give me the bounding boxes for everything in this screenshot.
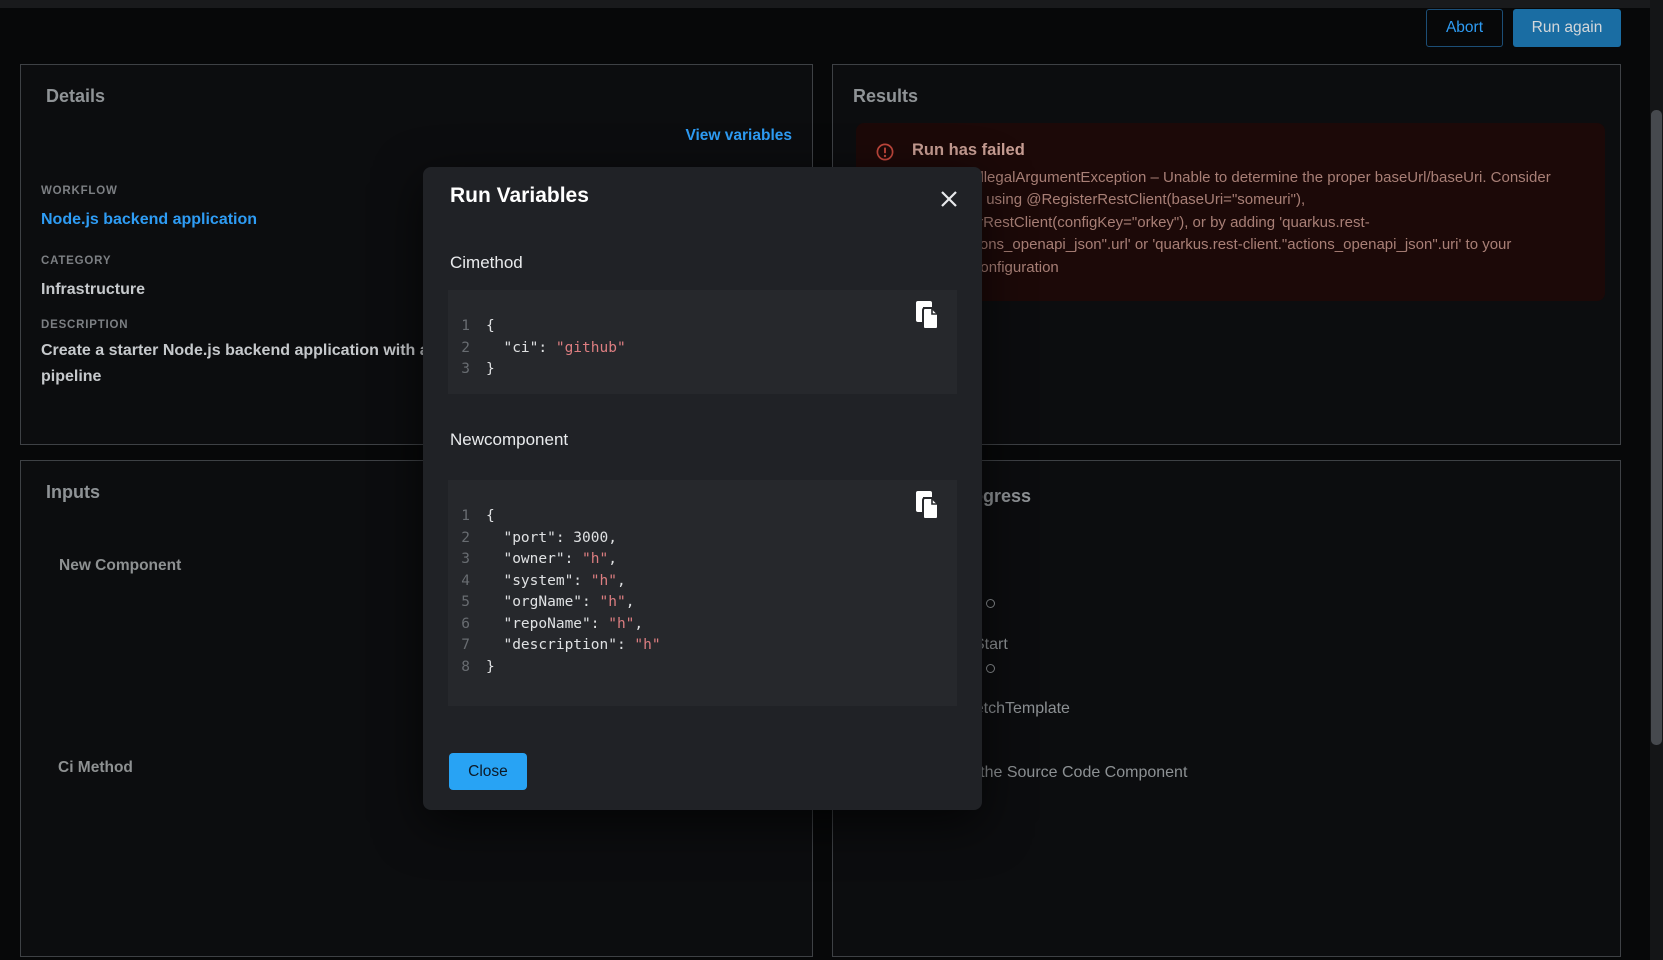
alert-message-line: client."actions_openapi_json".url' or 'q… [912, 236, 1511, 253]
code-token: "h" [600, 594, 626, 610]
code-text: "orgName": "h", [486, 592, 634, 614]
code-token: "h" [634, 637, 660, 653]
modal-title: Run Variables [450, 184, 589, 208]
close-icon [939, 189, 959, 214]
input-field-label-new-component: New Component [59, 557, 181, 575]
section-heading-newcomponent: Newcomponent [450, 430, 568, 450]
code-line: 5 "orgName": "h", [460, 592, 957, 614]
line-number: 8 [460, 657, 470, 679]
code-token: "h" [591, 573, 617, 589]
code-line: 2 "ci": "github" [460, 338, 957, 360]
code-line: 3 } [460, 359, 957, 381]
line-number: 7 [460, 635, 470, 657]
results-title: Results [853, 86, 918, 107]
code-line: 6 "repoName": "h", [460, 614, 957, 636]
abort-button[interactable]: Abort [1426, 9, 1503, 47]
code-token: , [617, 573, 626, 589]
code-token: } [486, 659, 495, 675]
alert-message-line: java.lang.IllegalArgumentException – Una… [912, 169, 1551, 186]
alert-title: Run has failed [912, 141, 1025, 160]
scrollbar-thumb[interactable] [1651, 110, 1662, 745]
code-line: 7 "description": "h" [460, 635, 957, 657]
code-token: "ci": [486, 340, 556, 356]
workflow-link[interactable]: Node.js backend application [41, 211, 257, 229]
step-connector-dot [986, 664, 995, 673]
code-text: "ci": "github" [486, 338, 626, 360]
code-token: "h" [582, 551, 608, 567]
copy-icon[interactable] [915, 490, 942, 521]
code-line: 1 { [460, 506, 957, 528]
modal-close-button[interactable] [936, 188, 962, 214]
section-heading-cimethod: Cimethod [450, 253, 523, 273]
code-text: "description": "h" [486, 635, 661, 657]
code-text: } [486, 359, 495, 381]
exclamation-circle-icon [876, 143, 894, 161]
code-text: "repoName": "h", [486, 614, 643, 636]
code-line: 3 "owner": "h", [460, 549, 957, 571]
code-line: 4 "system": "h", [460, 571, 957, 593]
code-text: { [486, 506, 495, 528]
step-connector-dot [986, 599, 995, 608]
code-token: "port": 3000, [486, 530, 617, 546]
run-variables-modal: Run Variables Cimethod 1 { [423, 167, 982, 810]
code-token: "h" [608, 616, 634, 632]
code-text: "system": "h", [486, 571, 626, 593]
description-label: DESCRIPTION [41, 319, 128, 331]
top-strip [0, 0, 1663, 8]
code-token: "repoName": [486, 616, 608, 632]
input-field-label-ci-method: Ci Method [58, 759, 133, 777]
code-token: , [626, 594, 635, 610]
description-line-2: pipeline [41, 368, 101, 386]
line-number: 3 [460, 549, 470, 571]
inputs-title: Inputs [46, 482, 100, 503]
copy-icon[interactable] [915, 300, 942, 331]
code-line: 1 { [460, 316, 957, 338]
code-text: } [486, 657, 495, 679]
code-token: { [486, 508, 495, 524]
run-again-button[interactable]: Run again [1513, 9, 1621, 47]
modal-close-footer-button[interactable]: Close [449, 753, 527, 790]
code-token: } [486, 361, 495, 377]
workflow-label: WORKFLOW [41, 185, 118, 197]
code-token: { [486, 318, 495, 334]
category-value: Infrastructure [41, 281, 145, 299]
code-line: 8 } [460, 657, 957, 679]
code-text: { [486, 316, 495, 338]
category-label: CATEGORY [41, 255, 111, 267]
details-title: Details [46, 86, 105, 107]
line-number: 3 [460, 359, 470, 381]
code-line: 2 "port": 3000, [460, 528, 957, 550]
code-text: "owner": "h", [486, 549, 617, 571]
code-token: "owner": [486, 551, 582, 567]
line-number: 1 [460, 506, 470, 528]
code-token: "system": [486, 573, 591, 589]
line-number: 5 [460, 592, 470, 614]
cimethod-code-block: 1 { 2 "ci": "github" 3 } [448, 290, 957, 394]
code-token: , [634, 616, 643, 632]
code-token: "github" [556, 340, 626, 356]
code-token: , [608, 551, 617, 567]
line-number: 2 [460, 528, 470, 550]
view-variables-link[interactable]: View variables [685, 127, 792, 145]
description-line-1: Create a starter Node.js backend applica… [41, 342, 449, 360]
code-text: "port": 3000, [486, 528, 617, 550]
code-token: "orgName": [486, 594, 600, 610]
code-token: "description": [486, 637, 634, 653]
line-number: 4 [460, 571, 470, 593]
newcomponent-code-block: 1 { 2 "port": 3000, 3 "owner": "h", 4 "s… [448, 480, 957, 706]
line-number: 2 [460, 338, 470, 360]
page: Abort Run again Details View variables W… [0, 0, 1663, 960]
line-number: 1 [460, 316, 470, 338]
line-number: 6 [460, 614, 470, 636]
